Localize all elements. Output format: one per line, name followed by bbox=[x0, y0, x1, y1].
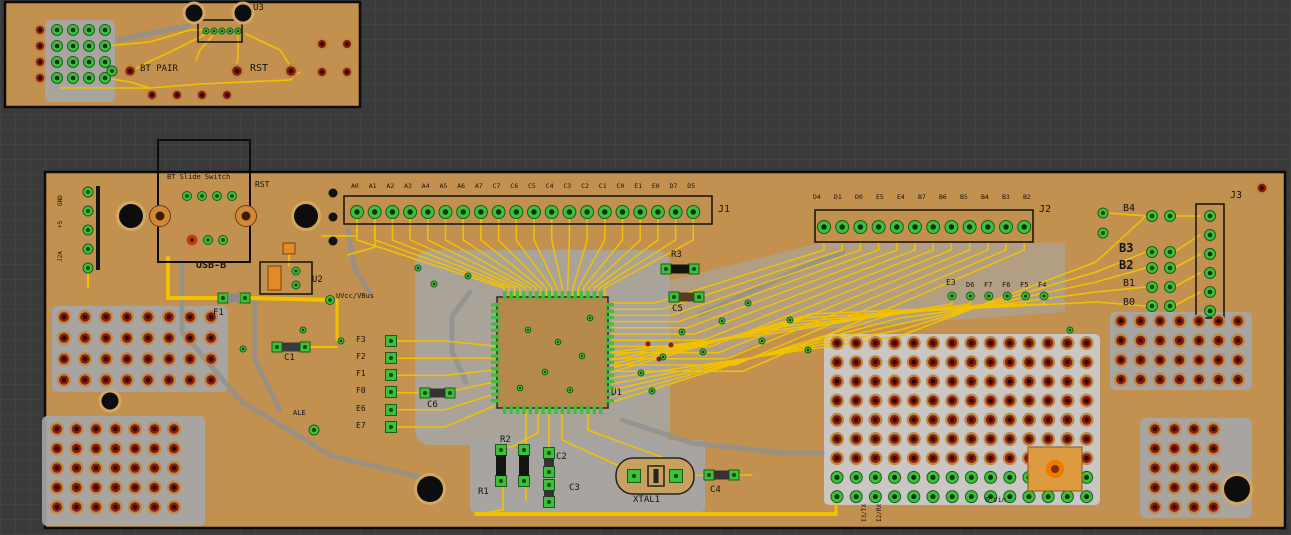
xtal1-crystal bbox=[616, 458, 694, 494]
highlighted-pad bbox=[1028, 447, 1082, 491]
pcb-render bbox=[0, 0, 1291, 535]
u1-qfp-chip bbox=[491, 291, 614, 414]
pcb-editor-canvas[interactable]: BT Slide SwitchRSTUSB-BU2UVcc/VBusF1C1J1… bbox=[0, 0, 1291, 535]
u2-body bbox=[268, 266, 281, 290]
